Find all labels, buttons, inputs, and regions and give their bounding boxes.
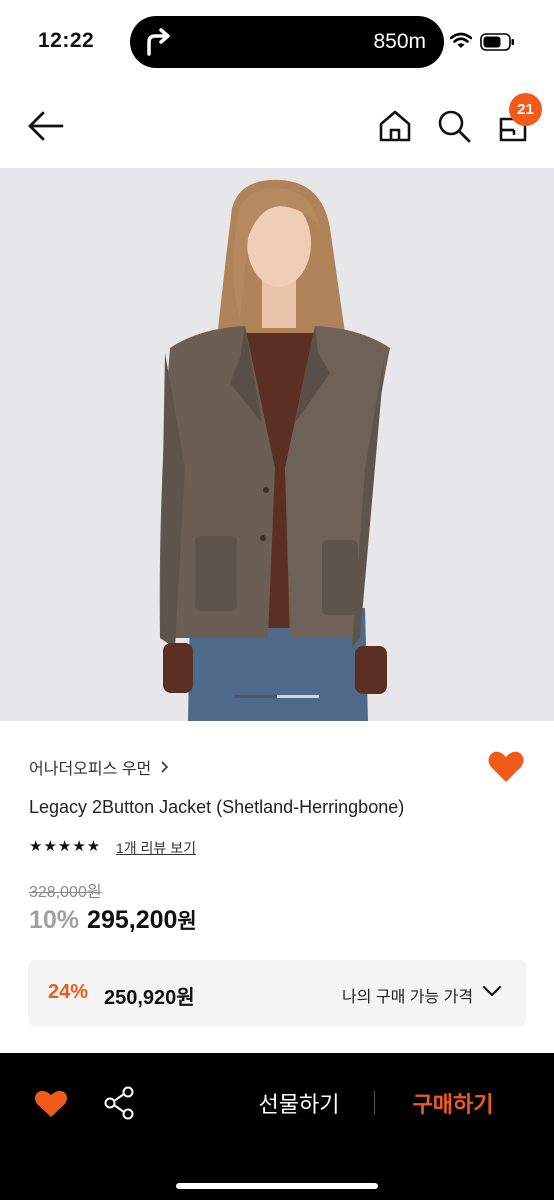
chevron-down-icon[interactable] [482,984,502,998]
my-price-label: 나의 구매 가능 가격 [342,989,474,1006]
brand-link[interactable]: 어나더오피스 우먼 [29,755,169,779]
product-name: Legacy 2Button Jacket (Shetland-Herringb… [29,797,405,817]
home-icon[interactable] [378,108,412,144]
brand-name: 어나더오피스 우먼 [29,761,152,778]
buy-button[interactable]: 구매하기 [380,1086,526,1120]
navigation-pill[interactable]: 850m [130,16,444,68]
price-row: 10% 295,200원 [29,905,197,939]
sale-price: 295,200 [87,906,178,934]
search-icon[interactable] [436,108,472,144]
heart-icon[interactable] [487,750,525,784]
rating-stars: ★★★★★ [29,838,102,855]
app-header: 21 [0,86,554,168]
my-price: 250,920원 [104,987,195,1009]
status-time: 12:22 [38,29,95,52]
nav-distance: 850m [373,30,426,53]
bottom-action-bar: 선물하기 구매하기 [0,1053,554,1200]
product-image-carousel[interactable] [0,168,554,721]
product-photo [0,168,554,721]
button-divider [374,1091,375,1115]
chevron-right-icon [161,761,168,773]
carousel-indicator [235,695,319,698]
battery-icon [480,33,514,51]
carousel-indicator-active [235,695,277,698]
my-discount-rate: 24% [48,981,89,1003]
original-price: 328,000원 [29,884,102,901]
turn-right-icon [147,28,170,56]
home-indicator [176,1183,378,1189]
discount-rate: 10% [29,906,80,934]
my-price-box[interactable]: 24% 250,920원 나의 구매 가능 가격 [28,960,526,1026]
heart-icon[interactable] [34,1089,68,1119]
sale-price-unit: 원 [177,910,197,933]
gift-button[interactable]: 선물하기 [226,1086,372,1120]
share-icon[interactable] [102,1085,136,1121]
review-link[interactable]: 1개 리뷰 보기 [116,838,196,858]
status-bar: 12:22 850m [0,0,554,86]
cart-count-badge: 21 [509,93,542,126]
back-arrow-icon[interactable] [26,108,66,144]
wifi-icon [450,32,472,48]
